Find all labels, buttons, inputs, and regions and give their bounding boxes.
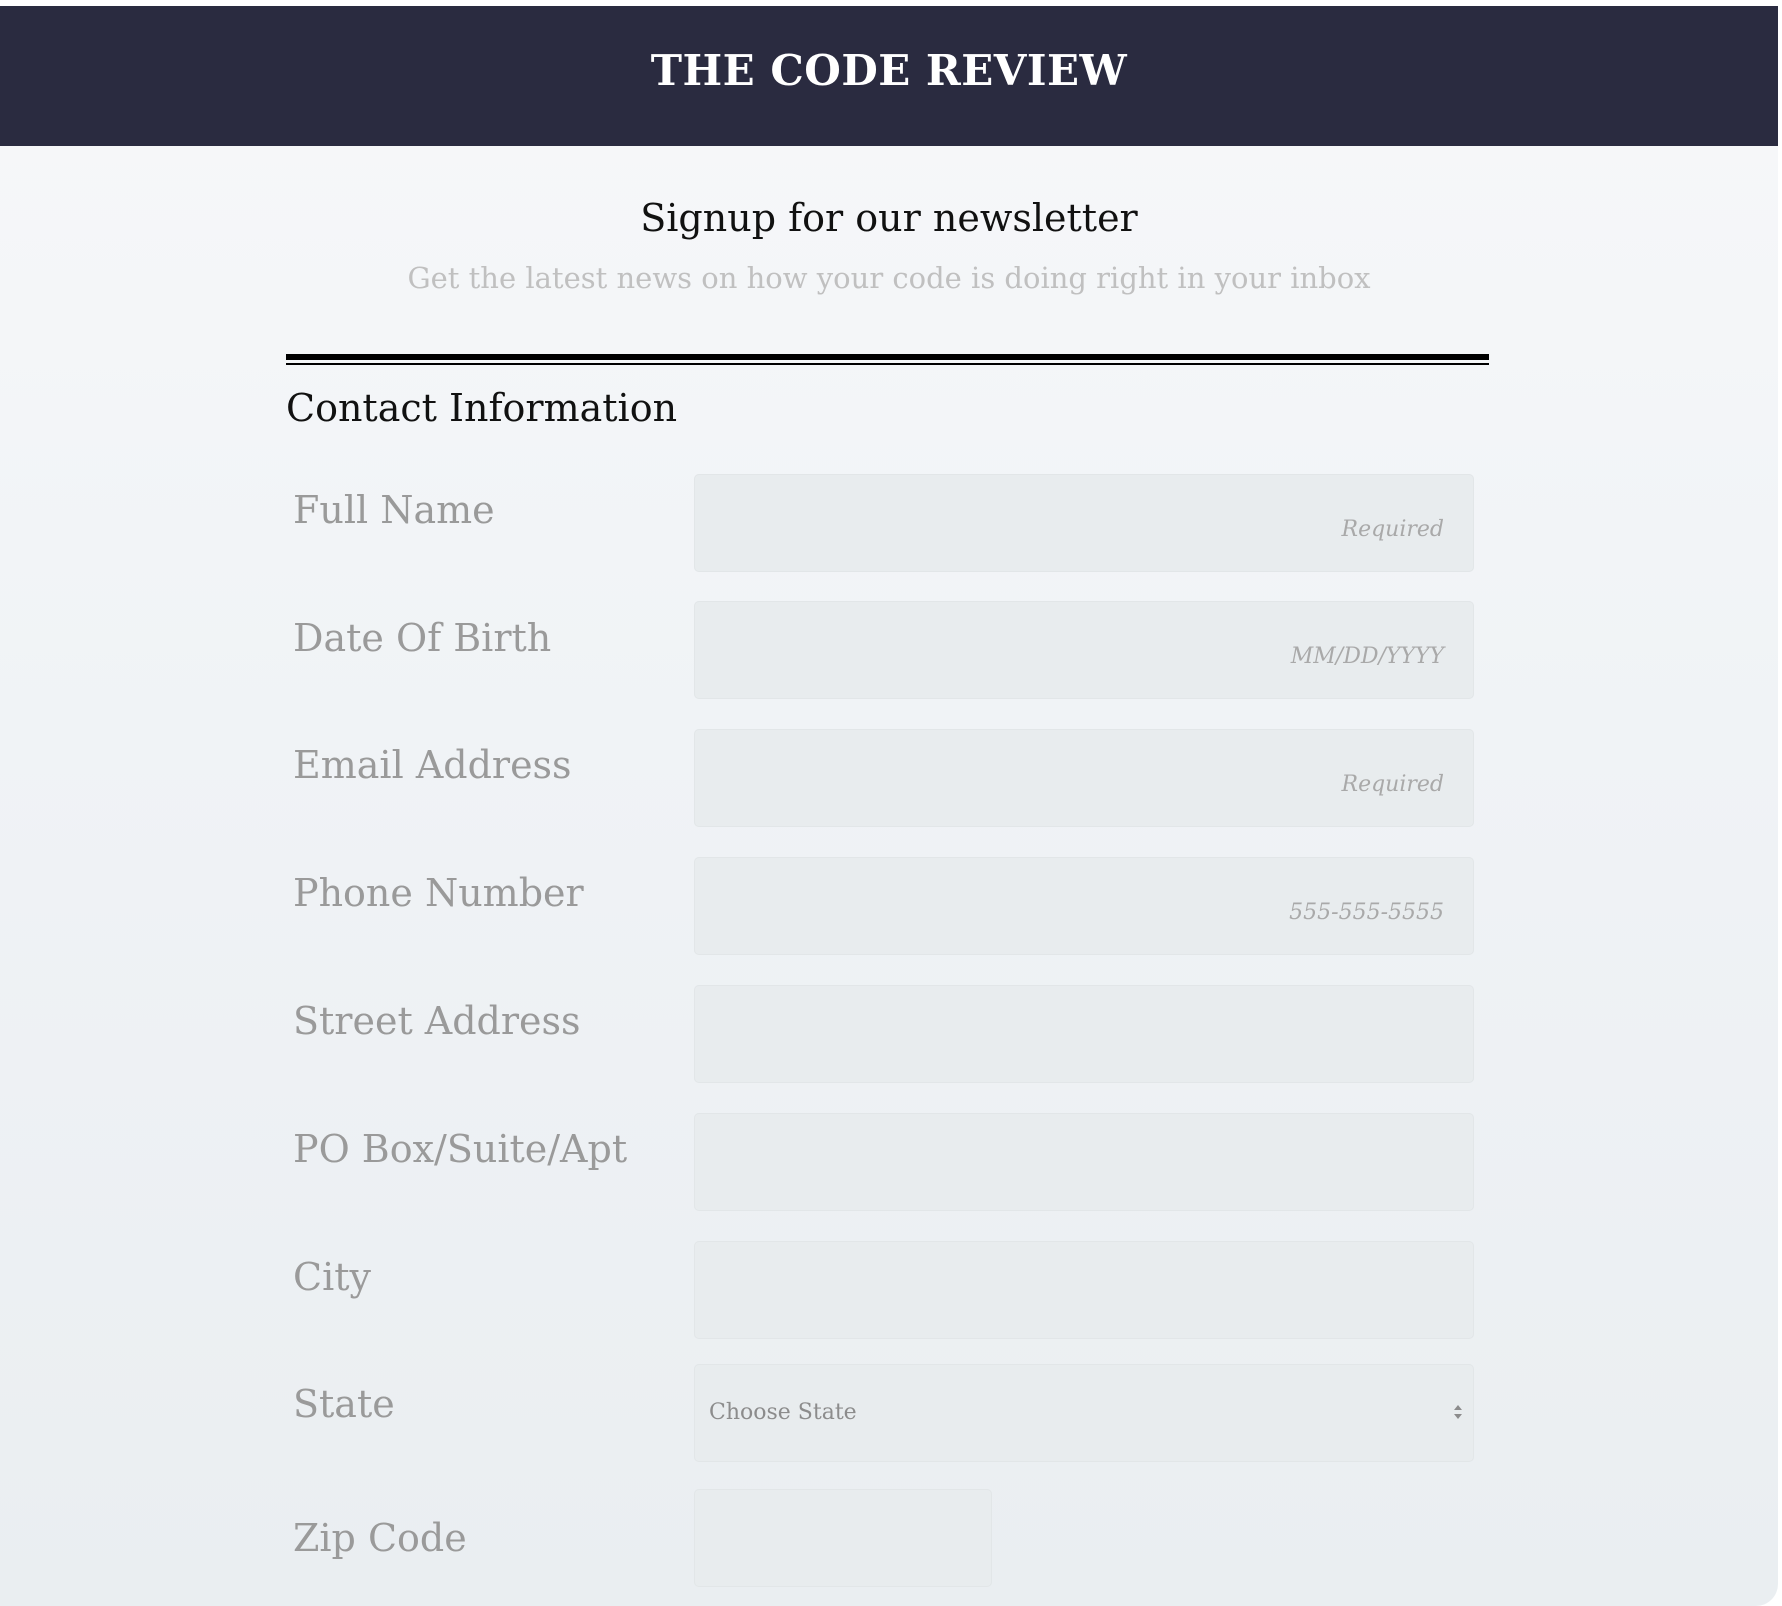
select-arrows-icon: [1454, 1405, 1462, 1419]
section-divider-thin: [286, 363, 1489, 365]
phone-number-label: Phone Number: [293, 871, 584, 915]
state-label: State: [293, 1382, 395, 1426]
email-address-placeholder: Required: [1341, 772, 1445, 797]
newsletter-subtitle: Get the latest news on how your code is …: [407, 261, 1371, 295]
zip-code-label: Zip Code: [293, 1516, 467, 1560]
po-box-input[interactable]: [694, 1113, 1474, 1211]
street-address-input[interactable]: [694, 985, 1474, 1083]
email-address-input[interactable]: Required: [694, 729, 1474, 827]
email-address-label: Email Address: [293, 743, 572, 787]
section-divider: [286, 354, 1489, 360]
city-input[interactable]: [694, 1241, 1474, 1339]
po-box-label: PO Box/Suite/Apt: [293, 1127, 628, 1171]
state-selected-value: Choose State: [709, 1400, 857, 1425]
phone-number-input[interactable]: 555-555-5555: [694, 857, 1474, 955]
full-name-label: Full Name: [293, 488, 495, 532]
newsletter-title: Signup for our newsletter: [640, 196, 1138, 240]
date-of-birth-input[interactable]: MM/DD/YYYY: [694, 601, 1474, 699]
phone-number-placeholder: 555-555-5555: [1289, 900, 1444, 925]
street-address-label: Street Address: [293, 999, 581, 1043]
city-label: City: [293, 1255, 371, 1299]
zip-code-input[interactable]: [694, 1489, 992, 1587]
full-name-input[interactable]: Required: [694, 474, 1474, 572]
site-title: THE CODE REVIEW: [650, 46, 1128, 95]
full-name-placeholder: Required: [1341, 517, 1445, 542]
site-header: THE CODE REVIEW: [0, 6, 1778, 146]
date-of-birth-placeholder: MM/DD/YYYY: [1290, 644, 1444, 669]
contact-information-heading: Contact Information: [286, 386, 678, 430]
state-select[interactable]: Choose State: [694, 1364, 1474, 1462]
date-of-birth-label: Date Of Birth: [293, 616, 552, 660]
page: THE CODE REVIEW Signup for our newslette…: [0, 6, 1778, 1606]
